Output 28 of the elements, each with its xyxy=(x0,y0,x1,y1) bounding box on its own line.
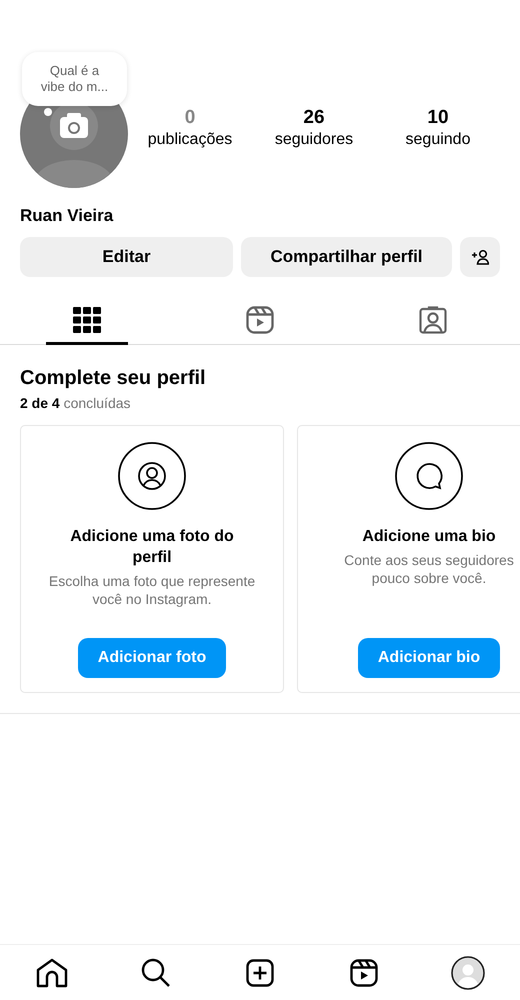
share-profile-button[interactable]: Compartilhar perfil xyxy=(241,237,452,277)
progress-text: 2 de 4 concluídas xyxy=(20,395,132,411)
card-description: Conte aos seus seguidores pouco sobre você. xyxy=(343,551,515,587)
stat-label[interactable]: seguindo xyxy=(376,129,500,151)
tagged-person-icon xyxy=(419,306,448,334)
profile-avatar-icon[interactable] xyxy=(451,956,485,990)
add-person-button[interactable] xyxy=(460,237,500,277)
stat-label[interactable]: publicações xyxy=(128,129,252,151)
reels-icon[interactable] xyxy=(350,959,378,987)
note-bubble[interactable]: Qual é a vibe do m... xyxy=(22,52,127,106)
stat-count: 0 xyxy=(184,107,196,129)
card-title: Adicione uma bio xyxy=(361,527,497,547)
stat-count: 10 xyxy=(426,107,450,129)
speech-bubble-icon xyxy=(395,442,463,510)
edit-button[interactable]: Editar xyxy=(20,237,233,277)
profile-name: Ruan Vieira xyxy=(20,206,114,226)
section-title: Complete seu perfil xyxy=(20,366,207,391)
stat-label[interactable]: seguidores xyxy=(252,129,376,151)
search-icon[interactable] xyxy=(141,958,171,988)
card-description: Escolha uma foto que represente você no Instagram. xyxy=(48,572,256,608)
reels-icon xyxy=(246,306,274,334)
card-title: Adicione uma foto do perfil xyxy=(69,527,235,568)
home-icon[interactable] xyxy=(36,958,68,988)
add-person-icon xyxy=(471,249,489,265)
grid-icon xyxy=(72,306,101,332)
person-circle-icon xyxy=(118,442,186,510)
stat-count: 26 xyxy=(302,107,326,129)
create-post-icon[interactable] xyxy=(246,959,274,987)
